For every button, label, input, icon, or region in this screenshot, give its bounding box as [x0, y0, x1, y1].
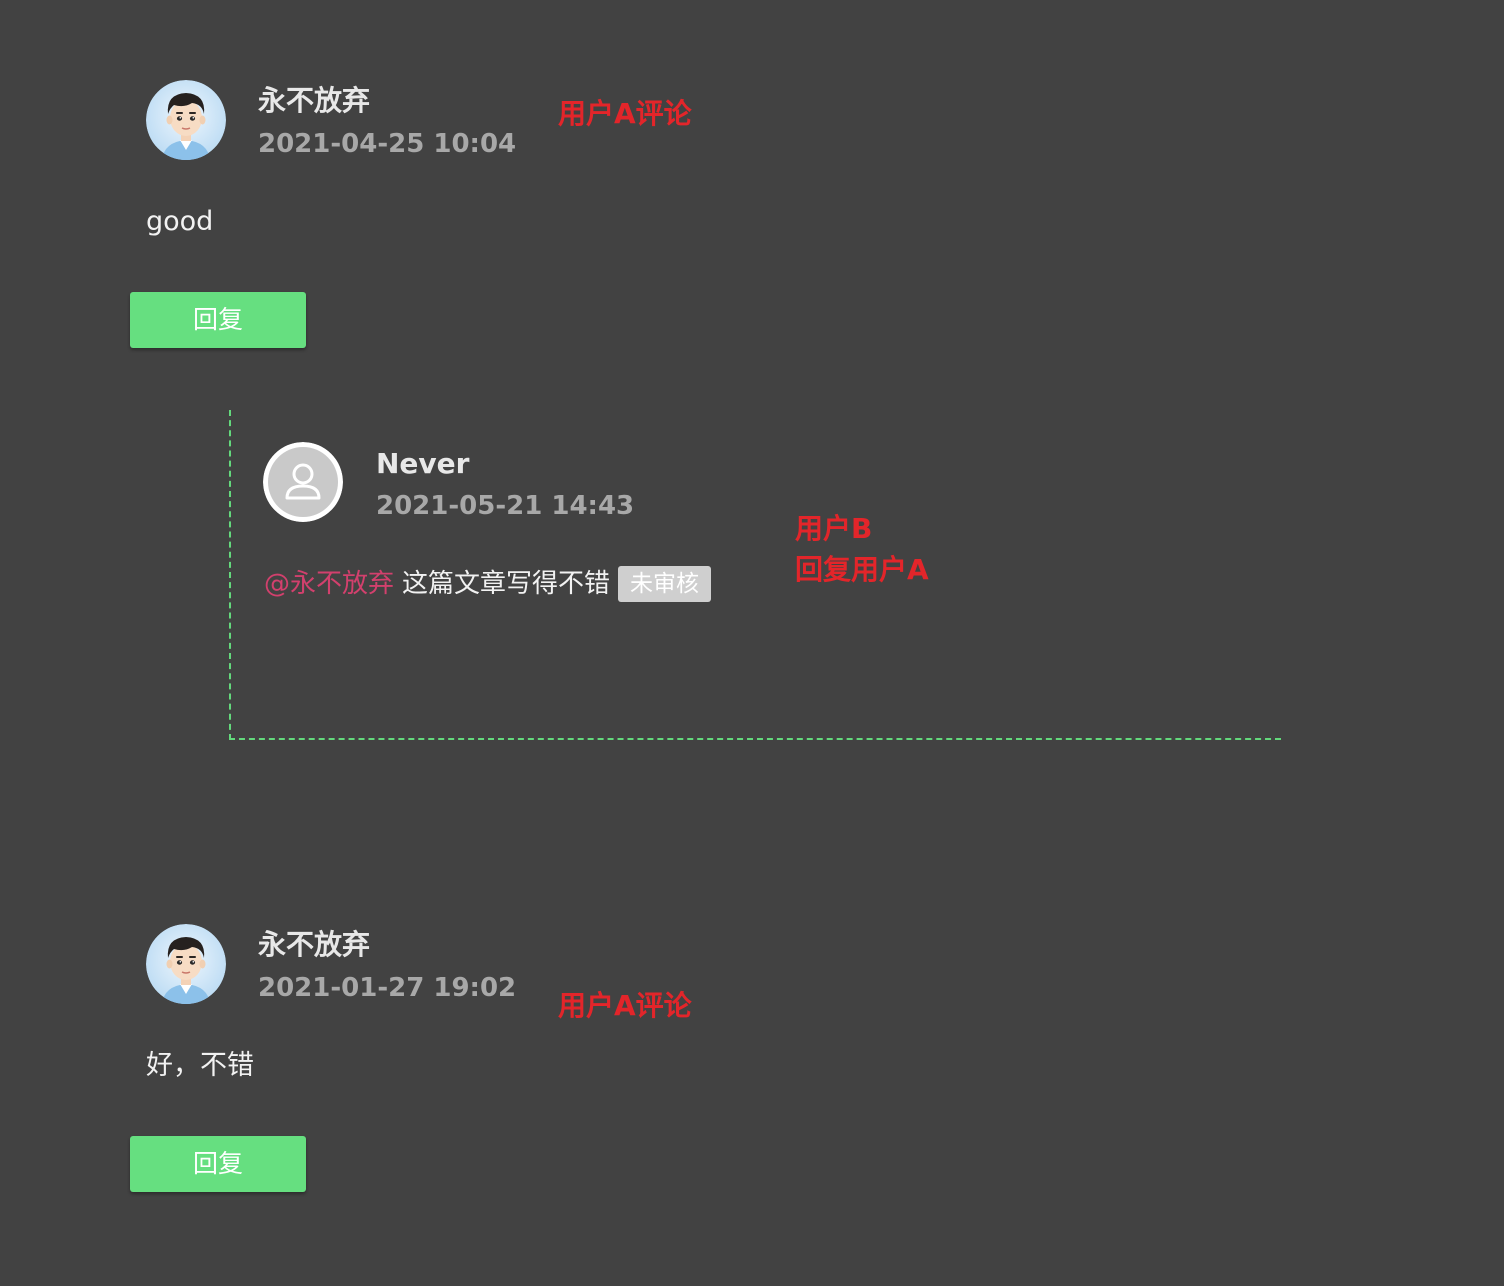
reply-timestamp: 2021-05-21 14:43: [376, 491, 635, 521]
reply-body: @永不放弃 这篇文章写得不错 未审核: [264, 566, 712, 602]
comment-body: good: [146, 206, 214, 237]
annotation-line: 回复用户A: [795, 553, 929, 586]
annotation-label: 用户A评论: [558, 97, 692, 130]
comment-card: 永不放弃 2021-01-27 19:02 用户A评论 好，不错 回复: [0, 844, 1504, 1264]
reply-content: 这篇文章写得不错: [402, 569, 611, 599]
comment-card: 永不放弃 2021-04-25 10:04 用户A评论 good 回复: [0, 0, 1504, 400]
reply-button[interactable]: 回复: [130, 1136, 306, 1192]
reply-thread: Never 2021-05-21 14:43 @永不放弃 这篇文章写得不错 未审…: [229, 410, 1281, 740]
annotation-line: 用户B: [795, 512, 873, 545]
user-avatar-icon[interactable]: [146, 924, 226, 1004]
reply-button[interactable]: 回复: [130, 292, 306, 348]
mention-link[interactable]: @永不放弃: [264, 566, 394, 602]
reply-annotation: 用户B 回复用户A: [795, 508, 929, 590]
reply-username: Never: [376, 447, 470, 480]
username: 永不放弃: [258, 84, 371, 117]
user-avatar-icon[interactable]: [146, 80, 226, 160]
username: 永不放弃: [258, 928, 371, 961]
comment-timestamp: 2021-04-25 10:04: [258, 129, 517, 159]
status-badge: 未审核: [618, 566, 712, 602]
comment-timestamp: 2021-01-27 19:02: [258, 973, 517, 1003]
comment-body: 好，不错: [146, 1050, 254, 1081]
default-user-avatar-icon[interactable]: [263, 442, 343, 522]
annotation-label: 用户A评论: [558, 989, 692, 1022]
